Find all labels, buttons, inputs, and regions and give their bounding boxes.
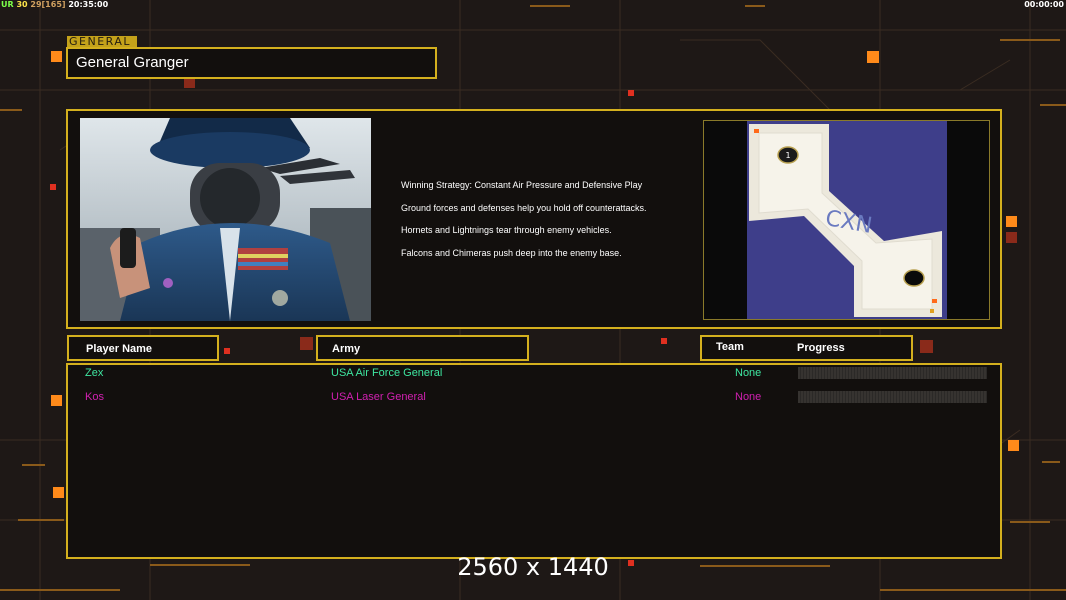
army-header: Army xyxy=(316,335,529,361)
team-progress-header: Team Progress xyxy=(700,335,913,361)
decor-square-dim xyxy=(920,340,933,353)
player-team: None xyxy=(735,367,762,379)
progress-bar xyxy=(798,367,987,379)
player-name: Zex xyxy=(85,367,104,379)
player-army: USA Air Force General xyxy=(331,367,443,379)
general-title-box: General Granger xyxy=(66,47,437,79)
strategy-line: Hornets and Lightnings tear through enem… xyxy=(401,225,612,235)
progress-header-label: Progress xyxy=(797,342,845,354)
table-row: Zex USA Air Force General None xyxy=(0,366,1066,380)
player-army: USA Laser General xyxy=(331,391,426,403)
strategy-line: Ground forces and defenses help you hold… xyxy=(401,202,647,213)
decor-square xyxy=(224,348,230,354)
progress-bar xyxy=(798,391,987,403)
decor-square xyxy=(1008,440,1019,451)
player-team: None xyxy=(735,391,762,403)
general-portrait-image xyxy=(80,118,371,321)
team-header-label: Team xyxy=(716,341,744,353)
decor-square xyxy=(53,487,64,498)
player-name-header-label: Player Name xyxy=(86,343,153,355)
map-preview-image: 1 CXN xyxy=(704,121,989,319)
army-header-label: Army xyxy=(332,343,361,355)
decor-square-dim xyxy=(300,337,313,350)
decor-square xyxy=(867,51,879,63)
general-name: General Granger xyxy=(76,54,189,71)
strategy-text: Winning Strategy: Constant Air Pressure … xyxy=(401,180,701,270)
strategy-line: Falcons and Chimeras push deep into the … xyxy=(401,247,622,258)
resolution-label: 2560 x 1440 xyxy=(457,553,609,581)
player-name-header: Player Name xyxy=(67,335,219,361)
fps-overlay: UR 30 29[165] 20:35:00 xyxy=(1,0,108,9)
clock-value: 20:35:00 xyxy=(68,0,109,9)
table-row: Kos USA Laser General None xyxy=(0,390,1066,404)
game-timer: 00:00:00 xyxy=(1024,0,1064,9)
player-name: Kos xyxy=(85,391,104,403)
fps-value: 30 xyxy=(16,0,28,9)
decor-square xyxy=(1006,216,1017,227)
decor-square xyxy=(628,90,634,96)
decor-square xyxy=(51,51,62,62)
ur-label: UR xyxy=(1,0,14,9)
decor-square xyxy=(50,184,56,190)
decor-square-dim xyxy=(1006,232,1017,243)
map-preview: 1 CXN xyxy=(703,120,990,320)
strategy-line: Winning Strategy: Constant Air Pressure … xyxy=(401,180,643,190)
start-position-label: 1 xyxy=(785,151,790,160)
frame-counter: 29[165] xyxy=(30,0,66,9)
general-portrait xyxy=(80,118,371,321)
decor-square xyxy=(661,338,667,344)
decor-square-dim xyxy=(184,78,195,88)
